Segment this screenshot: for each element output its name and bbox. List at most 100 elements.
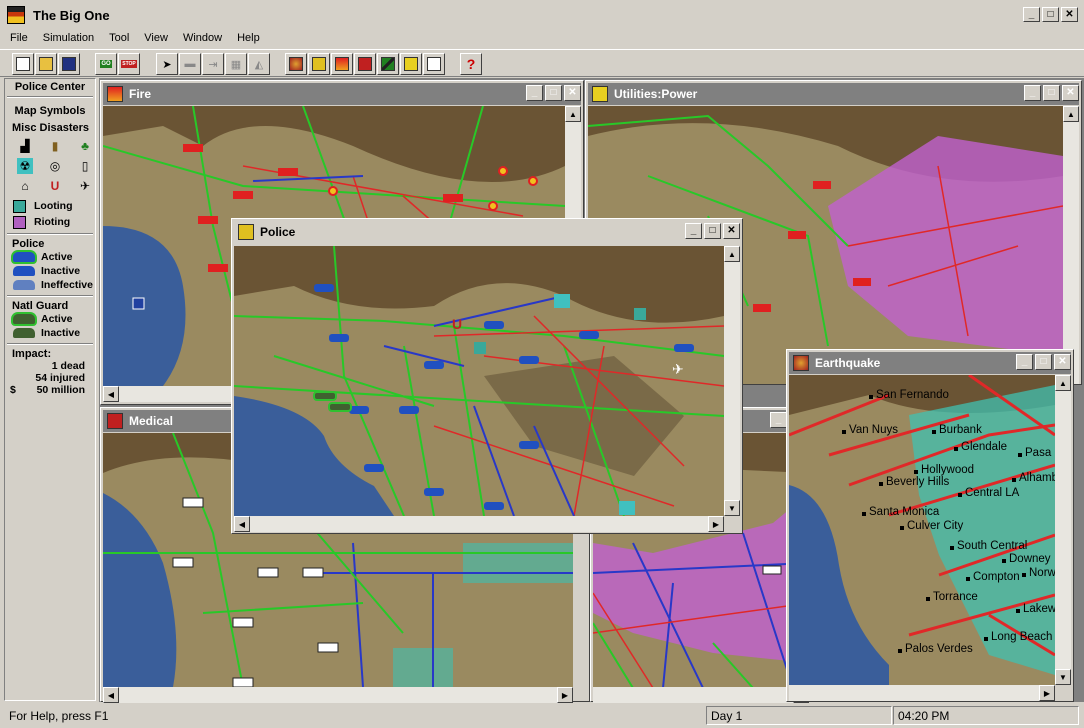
medical-view-button[interactable] xyxy=(354,53,376,75)
police-maximize-button[interactable]: □ xyxy=(704,223,721,239)
earthquake-close-button[interactable]: ✕ xyxy=(1054,354,1071,370)
scroll-down-arrow[interactable]: ▼ xyxy=(724,500,740,516)
police-hscroll[interactable]: ◀ ▶ xyxy=(234,516,724,532)
police-active-legend: Active xyxy=(5,250,95,264)
vehicle-tool-button[interactable]: ▬ xyxy=(179,53,201,75)
medical-hscroll[interactable]: ◀ ▶ xyxy=(103,687,573,703)
menu-view[interactable]: View xyxy=(134,30,173,48)
power-close-button[interactable]: ✕ xyxy=(1062,85,1079,101)
save-button[interactable] xyxy=(58,53,80,75)
impact-injured: 54 injured xyxy=(35,372,85,384)
power-view-button[interactable] xyxy=(400,53,422,75)
earthquake-maximize-button[interactable]: □ xyxy=(1035,354,1052,370)
power-titlebar[interactable]: Utilities:Power _ □ ✕ xyxy=(588,83,1079,105)
new-file-button[interactable] xyxy=(12,53,34,75)
close-button[interactable]: ✕ xyxy=(1061,7,1078,22)
guard-truck-active-icon xyxy=(13,314,35,324)
transport-minimize-button[interactable]: _ xyxy=(770,412,787,428)
police-heading: Police xyxy=(12,238,45,250)
transport-hscroll[interactable]: ▶ xyxy=(593,687,809,703)
app-titlebar: The Big One _ □ ✕ xyxy=(0,0,1084,30)
rioting-swatch xyxy=(13,215,26,229)
scroll-up-arrow[interactable]: ▲ xyxy=(565,106,581,122)
help-button[interactable]: ? xyxy=(460,53,482,75)
place-label: Norw xyxy=(1022,567,1055,579)
power-icon xyxy=(404,57,418,71)
status-bar: For Help, press F1 Day 1 04:20 PM xyxy=(0,704,1084,728)
menu-help[interactable]: Help xyxy=(227,30,265,48)
scroll-up-arrow[interactable]: ▲ xyxy=(1063,106,1079,122)
police-car-ineffective-icon xyxy=(13,280,35,290)
police-ineffective-legend: Ineffective xyxy=(5,278,95,292)
police-view-button[interactable] xyxy=(308,53,330,75)
fire-titlebar[interactable]: Fire _ □ ✕ xyxy=(103,83,581,105)
earthquake-vscroll[interactable]: ▲ ▼ xyxy=(1055,375,1071,685)
police-titlebar[interactable]: Police _ □ ✕ xyxy=(234,221,740,243)
police-map-svg[interactable]: U ✈ xyxy=(234,246,724,516)
power-vscroll[interactable]: ▲ xyxy=(1063,106,1079,384)
place-label: Downey xyxy=(1002,553,1051,565)
palm-tree-icon: ♣ xyxy=(81,139,89,153)
scroll-up-arrow[interactable]: ▲ xyxy=(1055,375,1071,391)
report-view-button[interactable] xyxy=(423,53,445,75)
earthquake-view-button[interactable] xyxy=(285,53,307,75)
place-label: Lakew xyxy=(1015,603,1055,615)
area-tool-button[interactable]: ◭ xyxy=(248,53,270,75)
fire-close-button[interactable]: ✕ xyxy=(564,85,581,101)
grid-tool-button[interactable]: ▦ xyxy=(225,53,247,75)
earthquake-minimize-button[interactable]: _ xyxy=(1016,354,1033,370)
police-window[interactable]: Police _ □ ✕ U ✈ ▲ ▼ ◀ ▶ xyxy=(231,218,743,534)
transport-view-button[interactable] xyxy=(377,53,399,75)
place-label: Hollywood xyxy=(913,464,975,476)
police-minimize-button[interactable]: _ xyxy=(685,223,702,239)
pointer-tool-button[interactable]: ➤ xyxy=(156,53,178,75)
status-time: 04:20 PM xyxy=(893,706,1079,725)
rioting-legend: Rioting xyxy=(5,214,95,230)
medical-icon xyxy=(107,413,123,429)
scroll-down-arrow[interactable]: ▼ xyxy=(1055,669,1071,685)
scroll-right-arrow[interactable]: ▶ xyxy=(557,687,573,703)
fire-view-button[interactable] xyxy=(331,53,353,75)
earthquake-hscroll[interactable]: ▶ xyxy=(789,685,1055,701)
fire-maximize-button[interactable]: □ xyxy=(545,85,562,101)
maximize-button[interactable]: □ xyxy=(1042,7,1059,22)
move-tool-button[interactable]: ⇥ xyxy=(202,53,224,75)
menu-window[interactable]: Window xyxy=(173,30,227,48)
police-vscroll[interactable]: ▲ ▼ xyxy=(724,246,740,516)
impact-dead: 1 dead xyxy=(51,360,85,372)
scroll-left-arrow[interactable]: ◀ xyxy=(103,386,119,402)
fire-minimize-button[interactable]: _ xyxy=(526,85,543,101)
police-badge-icon xyxy=(312,57,326,71)
scroll-right-arrow[interactable]: ▶ xyxy=(1039,685,1055,701)
triangle-icon: ◭ xyxy=(254,58,264,71)
help-question-icon: ? xyxy=(466,56,476,72)
scroll-up-arrow[interactable]: ▲ xyxy=(724,246,740,262)
earthquake-icon xyxy=(289,57,303,71)
open-file-button[interactable] xyxy=(35,53,57,75)
police-car-active-icon xyxy=(13,252,35,262)
scroll-left-arrow[interactable]: ◀ xyxy=(103,687,119,703)
minimize-button[interactable]: _ xyxy=(1023,7,1040,22)
earthquake-map[interactable]: San Fernando Van Nuys Burbank Glendale P… xyxy=(789,375,1055,685)
guard-inactive-legend: Inactive xyxy=(5,326,95,340)
place-label: Compton xyxy=(966,571,1020,583)
place-label: Alhamb xyxy=(1012,472,1055,484)
power-maximize-button[interactable]: □ xyxy=(1043,85,1060,101)
tower-icon: ▮ xyxy=(51,139,59,153)
scroll-left-arrow[interactable]: ◀ xyxy=(234,516,250,532)
power-minimize-button[interactable]: _ xyxy=(1024,85,1041,101)
menu-simulation[interactable]: Simulation xyxy=(33,30,99,48)
earthquake-titlebar[interactable]: Earthquake _ □ ✕ xyxy=(789,352,1071,374)
police-close-button[interactable]: ✕ xyxy=(723,223,740,239)
police-map[interactable]: U ✈ xyxy=(234,246,724,516)
go-button[interactable]: GO xyxy=(95,53,117,75)
hazmat-icon: ☢ xyxy=(17,158,33,174)
truck-icon: ▬ xyxy=(184,58,196,70)
menu-tool[interactable]: Tool xyxy=(99,30,134,48)
fire-icon xyxy=(335,57,349,71)
earthquake-window[interactable]: Earthquake _ □ ✕ San Fernando Van Nuys B… xyxy=(786,349,1074,702)
place-label: Palos Verdes xyxy=(898,643,973,655)
scroll-right-arrow[interactable]: ▶ xyxy=(708,516,724,532)
menu-file[interactable]: File xyxy=(0,30,33,48)
stop-button[interactable]: STOP xyxy=(118,53,140,75)
